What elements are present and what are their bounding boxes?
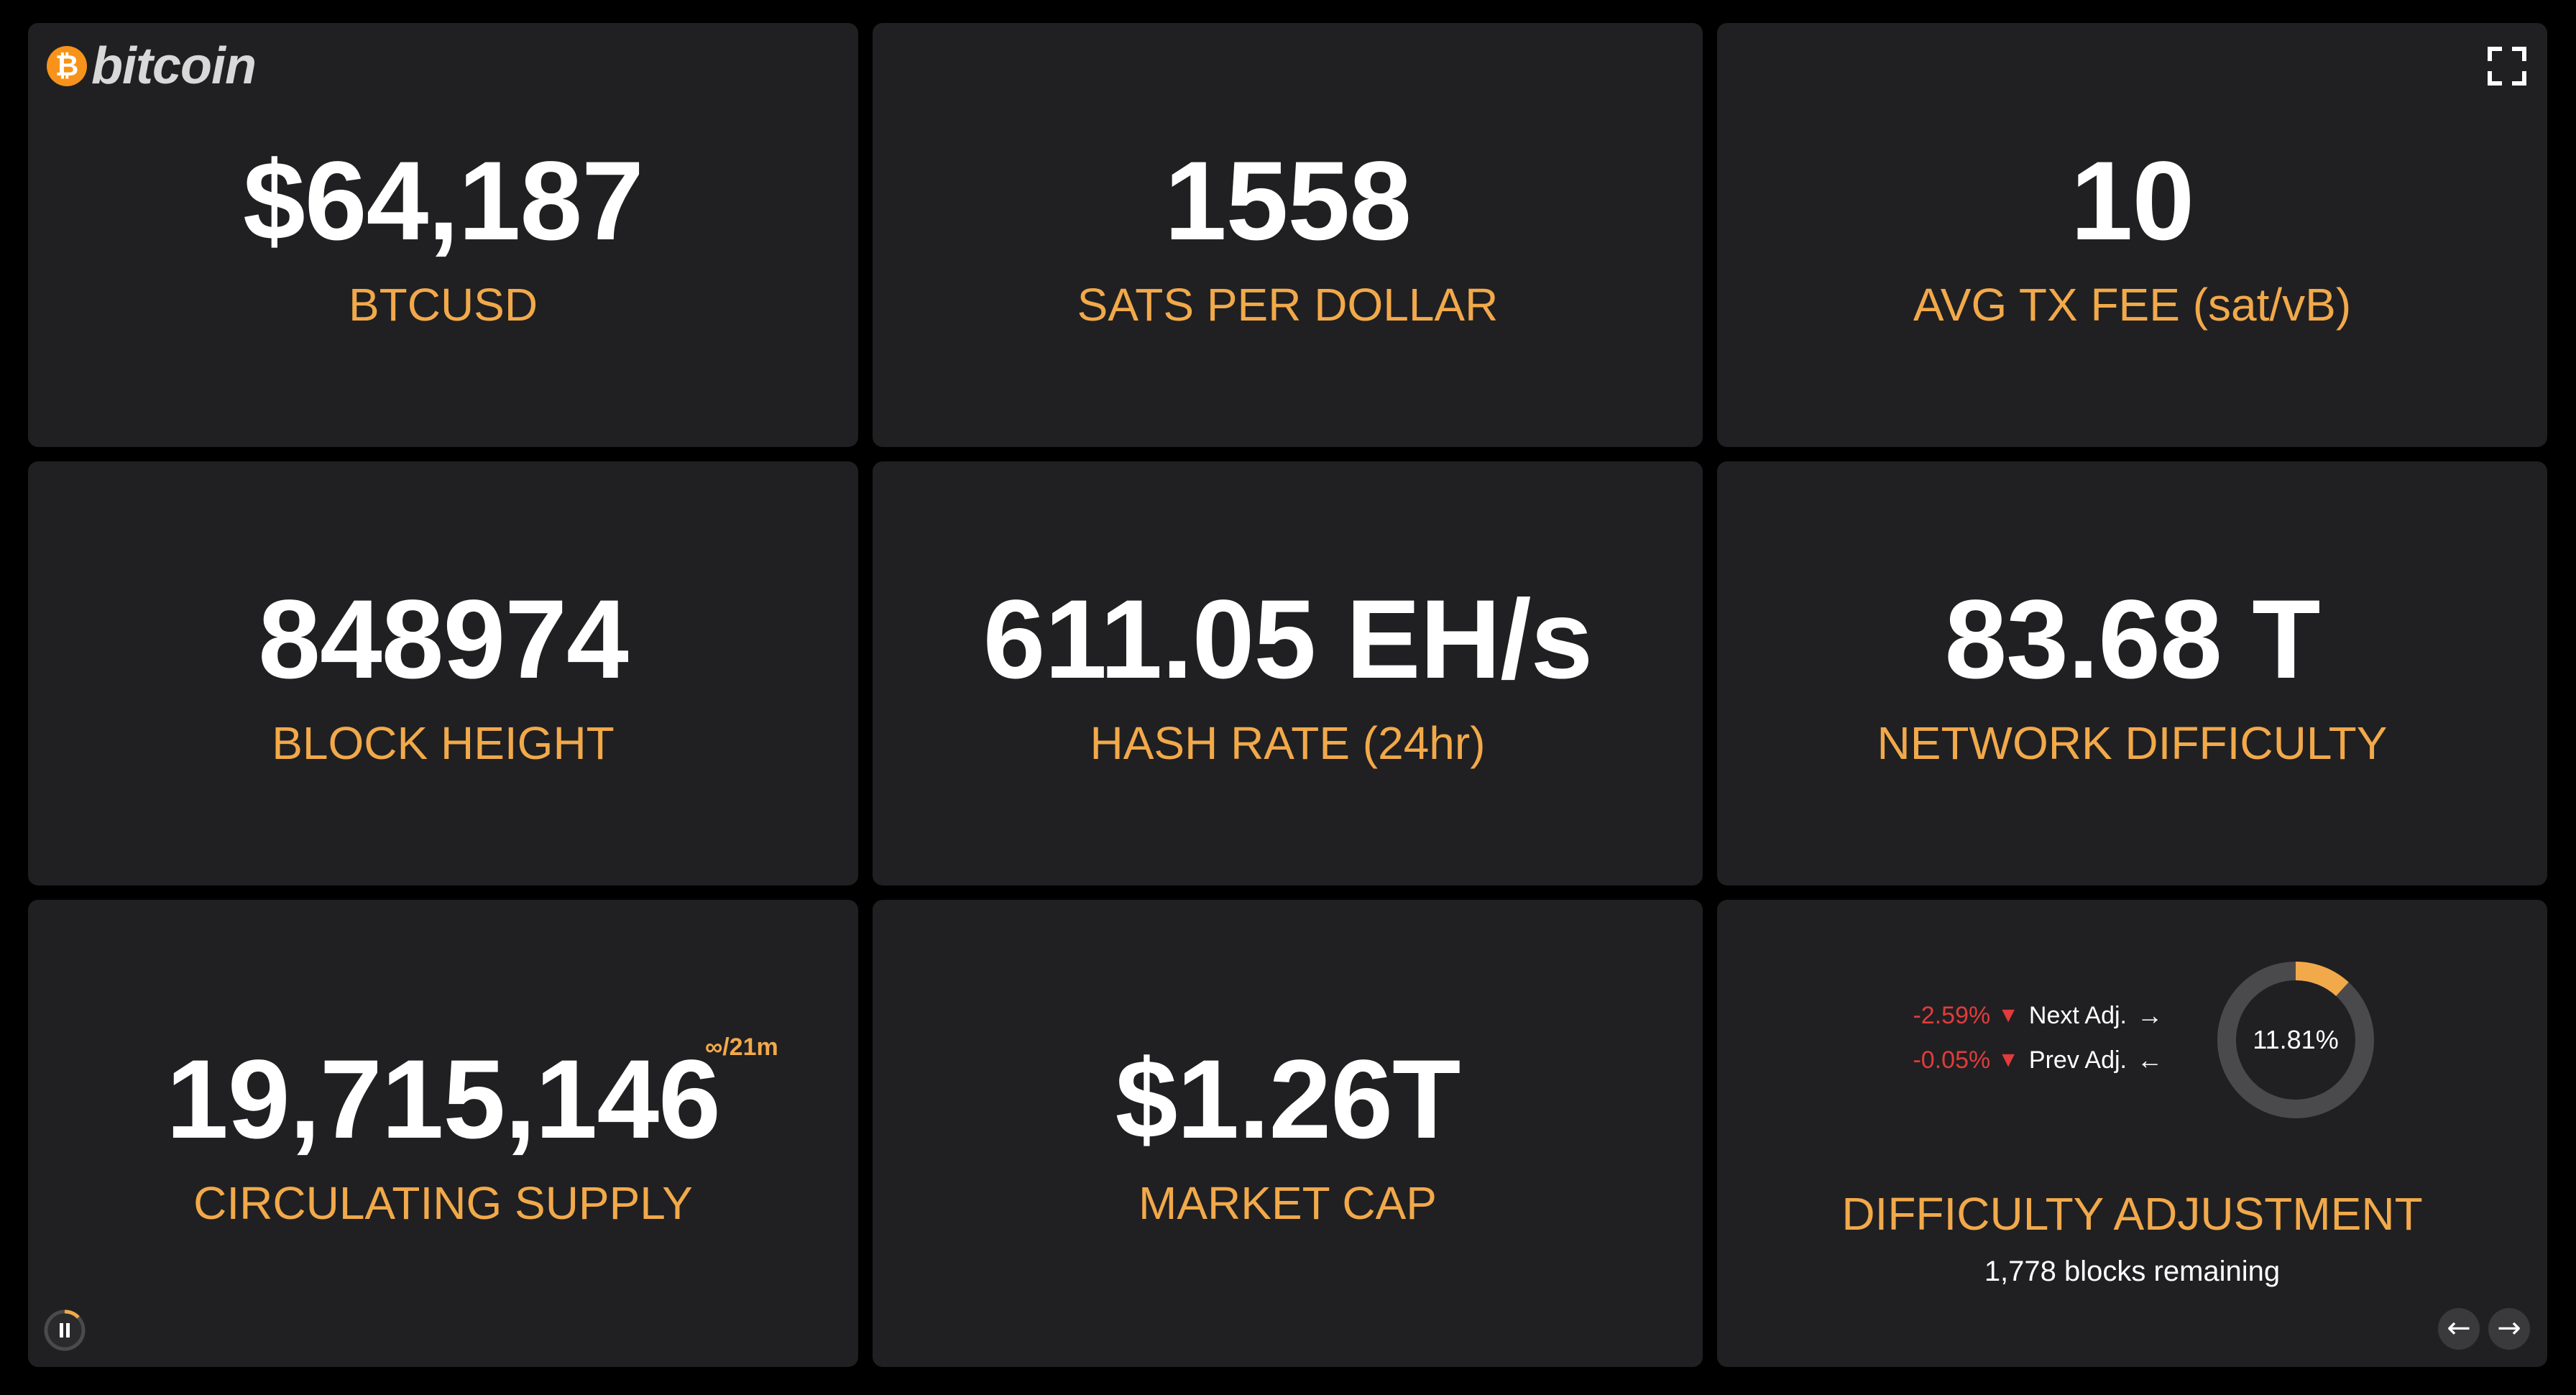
- logo-text: bitcoin: [91, 37, 257, 95]
- card-circulating-supply: 19,715,146 ∞/21m CIRCULATING SUPPLY: [28, 900, 858, 1367]
- block-height-label: BLOCK HEIGHT: [272, 717, 615, 769]
- adjustment-progress-text: 11.81%: [2253, 1025, 2339, 1054]
- avg-tx-fee-value: 10: [2070, 139, 2195, 264]
- hash-rate-label: HASH RATE (24hr): [1090, 717, 1486, 769]
- sats-per-dollar-label: SATS PER DOLLAR: [1077, 279, 1499, 331]
- card-difficulty-adjustment: -2.59% ▼ Next Adj. → -0.05% ▼ Prev Adj. …: [1717, 900, 2547, 1367]
- prev-adjustment-row: -0.05% ▼ Prev Adj. ←: [1890, 1038, 2163, 1082]
- fullscreen-icon[interactable]: [2485, 45, 2529, 88]
- circulating-supply-label: CIRCULATING SUPPLY: [193, 1177, 693, 1229]
- dashboard-grid: ₿ bitcoin $64,187 BTCUSD 1558 SATS PER D…: [28, 23, 2547, 1367]
- avg-tx-fee-label: AVG TX FEE (sat/vB): [1913, 279, 2352, 331]
- card-market-cap: $1.26T MARKET CAP: [873, 900, 1703, 1367]
- card-sats-per-dollar: 1558 SATS PER DOLLAR: [873, 23, 1703, 447]
- block-height-value: 848974: [258, 577, 629, 702]
- btcusd-value: $64,187: [243, 139, 644, 264]
- hash-rate-value: 611.05 EH/s: [983, 577, 1593, 702]
- bitcoin-logo: ₿ bitcoin: [47, 37, 257, 95]
- btcusd-label: BTCUSD: [348, 279, 538, 331]
- card-network-difficulty: 83.68 T NETWORK DIFFICULTY: [1717, 461, 2547, 885]
- next-adjustment-label: Next Adj.: [2028, 1001, 2127, 1029]
- card-block-height: 848974 BLOCK HEIGHT: [28, 461, 858, 885]
- supply-cap-note: ∞/21m: [705, 1033, 778, 1061]
- difficulty-adjustment-label: DIFFICULTY ADJUSTMENT: [1841, 1188, 2423, 1240]
- next-slide-button[interactable]: →: [2488, 1308, 2530, 1350]
- prev-adjustment-label: Prev Adj.: [2028, 1046, 2127, 1074]
- sats-per-dollar-value: 1558: [1164, 139, 1412, 264]
- down-triangle-icon: ▼: [1997, 1003, 2019, 1027]
- blocks-remaining: 1,778 blocks remaining: [1984, 1256, 2281, 1287]
- card-avg-tx-fee: 10 AVG TX FEE (sat/vB): [1717, 23, 2547, 447]
- next-adjustment-row: -2.59% ▼ Next Adj. →: [1890, 993, 2163, 1038]
- pause-icon[interactable]: [42, 1308, 87, 1353]
- card-btcusd: ₿ bitcoin $64,187 BTCUSD: [28, 23, 858, 447]
- market-cap-label: MARKET CAP: [1138, 1177, 1437, 1229]
- next-adjustment-percent: -2.59%: [1913, 1001, 1991, 1029]
- down-triangle-icon: ▼: [1997, 1048, 2019, 1072]
- arrow-left-icon: ←: [2137, 1045, 2163, 1074]
- network-difficulty-label: NETWORK DIFFICULTY: [1877, 717, 2388, 769]
- network-difficulty-value: 83.68 T: [1944, 577, 2320, 702]
- prev-adjustment-percent: -0.05%: [1913, 1046, 1991, 1074]
- bitcoin-coin-icon: ₿: [47, 46, 87, 86]
- adjustment-rows: -2.59% ▼ Next Adj. → -0.05% ▼ Prev Adj. …: [1890, 993, 2163, 1082]
- arrow-right-icon: →: [2137, 1000, 2163, 1030]
- card-hash-rate: 611.05 EH/s HASH RATE (24hr): [873, 461, 1703, 885]
- market-cap-value: $1.26T: [1115, 1037, 1461, 1162]
- prev-slide-button[interactable]: ←: [2438, 1308, 2480, 1350]
